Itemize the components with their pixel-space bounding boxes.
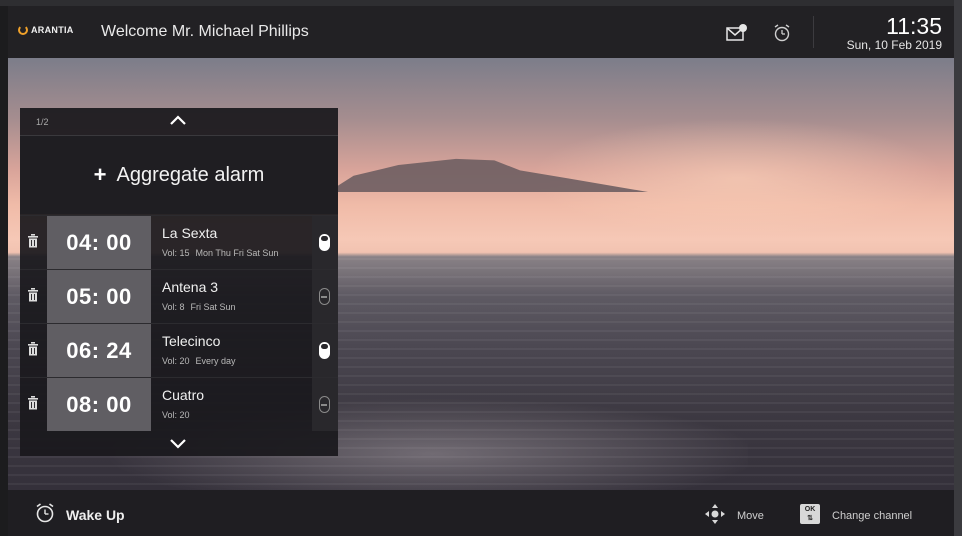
- trash-icon[interactable]: [28, 396, 38, 410]
- header-divider: [813, 16, 814, 48]
- clock-time: 11:35: [886, 13, 942, 39]
- alarm-toggle-area: [312, 216, 338, 269]
- brand-ring-icon: [18, 25, 28, 35]
- alarm-time-text: 05: 00: [66, 283, 132, 309]
- trash-icon[interactable]: [28, 288, 38, 302]
- alarm-channel: Telecinco: [162, 333, 221, 349]
- page-indicator: 1/2: [36, 117, 49, 127]
- alarm-volume: Vol: 20: [162, 410, 190, 420]
- right-edge-strip: [954, 0, 962, 536]
- alarm-time-text: 08: 00: [66, 391, 132, 417]
- top-bar: ARANTIA Welcome Mr. Michael Phillips 11:…: [8, 6, 954, 58]
- chevron-up-icon[interactable]: [169, 114, 187, 126]
- ok-key-icon: OK ⇅: [800, 504, 820, 524]
- alarm-row[interactable]: 08: 00 Cuatro Vol: 20: [20, 377, 338, 431]
- screen-title: Wake Up: [66, 507, 125, 523]
- brand-name: ARANTIA: [31, 25, 74, 35]
- brand-logo: ARANTIA: [18, 25, 74, 35]
- alarm-toggle-area: [312, 378, 338, 431]
- alarm-toggle-off[interactable]: [319, 288, 330, 305]
- alarm-panel: 1/2 + Aggregate alarm 04: 00 La Sexta Vo…: [20, 108, 338, 456]
- trash-icon[interactable]: [28, 234, 38, 248]
- add-alarm-button[interactable]: + Aggregate alarm: [20, 136, 338, 214]
- add-alarm-label: Aggregate alarm: [116, 163, 265, 186]
- alarm-time-text: 06: 24: [66, 337, 132, 363]
- alarm-days: Every day: [195, 356, 236, 366]
- change-channel-hint: Change channel: [832, 510, 913, 522]
- alarm-toggle-off[interactable]: [319, 396, 330, 413]
- alarm-row[interactable]: 04: 00 La Sexta Vol: 15 Mon Thu Fri Sat S…: [20, 215, 338, 269]
- alarm-time: 04: 00: [47, 216, 151, 269]
- bottom-bar: Wake Up Move OK ⇅ Change channel: [8, 490, 954, 536]
- alarm-row[interactable]: 05: 00 Antena 3 Vol: 8 Fri Sat Sun: [20, 269, 338, 323]
- alarm-channel: Cuatro: [162, 387, 205, 403]
- alarm-list: 04: 00 La Sexta Vol: 15 Mon Thu Fri Sat S…: [20, 215, 338, 431]
- alarm-toggle-area: [312, 270, 338, 323]
- alarm-channel: La Sexta: [162, 225, 218, 241]
- alarm-meta: Vol: 8 Fri Sat Sun: [162, 302, 236, 312]
- alarm-volume: Vol: 8: [162, 302, 185, 312]
- trash-icon[interactable]: [28, 342, 38, 356]
- sky-glow: [528, 118, 948, 238]
- alarm-time: 05: 00: [47, 270, 151, 323]
- welcome-message: Welcome Mr. Michael Phillips: [101, 23, 309, 40]
- alarm-toggle-on[interactable]: [319, 342, 330, 359]
- move-hint: Move: [737, 510, 764, 522]
- clock-date: Sun, 10 Feb 2019: [846, 38, 942, 52]
- panel-header: 1/2: [20, 108, 338, 136]
- alarm-meta: Vol: 20 Every day: [162, 356, 236, 366]
- messages-icon[interactable]: [726, 24, 748, 42]
- alarm-meta: Vol: 20: [162, 410, 196, 420]
- alarm-channel: Antena 3: [162, 279, 219, 295]
- alarm-time: 06: 24: [47, 324, 151, 377]
- alarm-toggle-on[interactable]: [319, 234, 330, 251]
- ok-key-label: OK: [804, 506, 816, 513]
- alarm-days: Mon Thu Fri Sat Sun: [195, 248, 279, 258]
- alarm-meta: Vol: 15 Mon Thu Fri Sat Sun: [162, 248, 278, 258]
- alarm-volume: Vol: 15: [162, 248, 190, 258]
- clock: 11:35 Sun, 10 Feb 2019: [846, 13, 942, 53]
- chevron-down-icon[interactable]: [169, 437, 187, 449]
- alarm-time: 08: 00: [47, 378, 151, 431]
- alarm-time-text: 04: 00: [66, 229, 132, 255]
- alarm-clock-icon[interactable]: [772, 23, 792, 43]
- alarm-days: Fri Sat Sun: [190, 302, 236, 312]
- dpad-icon: [705, 504, 725, 524]
- alarm-volume: Vol: 20: [162, 356, 190, 366]
- alarm-toggle-area: [312, 324, 338, 377]
- alarm-row[interactable]: 06: 24 Telecinco Vol: 20 Every day: [20, 323, 338, 377]
- alarm-clock-icon: [36, 503, 54, 523]
- plus-icon: +: [93, 162, 107, 187]
